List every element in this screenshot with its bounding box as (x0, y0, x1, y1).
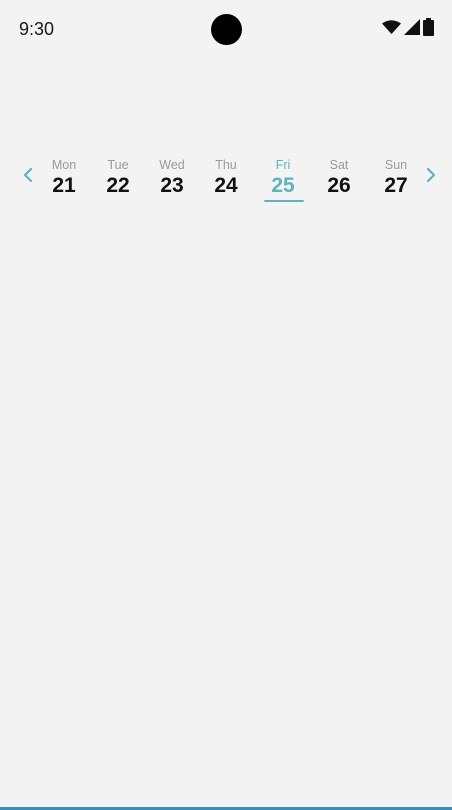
day-name: Fri (275, 158, 291, 172)
day-name: Sun (384, 158, 408, 172)
next-week-button[interactable] (421, 166, 441, 188)
status-time: 9:30 (19, 19, 55, 39)
day-monday[interactable]: Mon 21 (41, 158, 87, 198)
prev-week-button[interactable] (18, 166, 38, 188)
day-number: 27 (384, 174, 408, 197)
day-name: Tue (107, 158, 129, 172)
day-saturday[interactable]: Sat 26 (316, 158, 362, 198)
chevron-left-icon (23, 167, 33, 188)
selected-day-indicator (264, 200, 304, 202)
day-tuesday[interactable]: Tue 22 (95, 158, 141, 198)
chevron-right-icon (426, 167, 436, 188)
day-number: 21 (52, 174, 76, 197)
day-thursday[interactable]: Thu 24 (203, 158, 249, 198)
day-name: Mon (51, 158, 77, 172)
status-icons (382, 17, 434, 41)
day-number: 24 (214, 174, 238, 197)
day-sunday[interactable]: Sun 27 (373, 158, 419, 198)
status-bar: 9:30 (0, 0, 452, 58)
day-number: 26 (327, 174, 351, 197)
week-strip: Mon 21 Tue 22 Wed 23 Thu 24 Fri 25 Sat 2… (0, 150, 452, 210)
day-name: Wed (159, 158, 185, 172)
day-number: 22 (106, 174, 130, 197)
day-name: Thu (215, 158, 237, 172)
day-wednesday[interactable]: Wed 23 (149, 158, 195, 198)
day-friday-selected[interactable]: Fri 25 (260, 158, 306, 198)
signal-icon (404, 18, 420, 40)
battery-icon (423, 17, 434, 41)
day-name: Sat (329, 158, 349, 172)
camera-cutout (211, 14, 242, 45)
day-number: 23 (160, 174, 184, 197)
day-number: 25 (271, 174, 295, 197)
wifi-icon (382, 19, 401, 39)
